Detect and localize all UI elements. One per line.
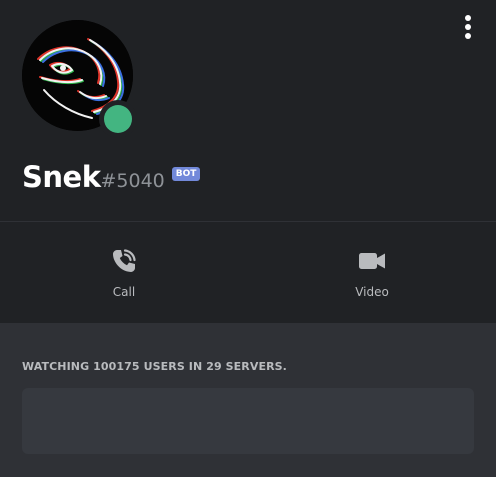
action-bar: Call Video (0, 223, 496, 323)
user-profile-panel: Snek #5040 BOT Call Video WATCHING 10017… (0, 0, 496, 477)
video-button[interactable]: Video (248, 223, 496, 323)
call-label: Call (112, 285, 136, 299)
profile-header: Snek #5040 BOT (0, 0, 496, 222)
video-camera-icon (357, 247, 387, 279)
video-label: Video (355, 285, 389, 299)
username: Snek (22, 160, 101, 194)
call-button[interactable]: Call (0, 223, 248, 323)
bot-badge: BOT (171, 167, 201, 181)
activity-section: WATCHING 100175 USERS IN 29 SERVERS. (0, 323, 496, 477)
phone-icon (110, 247, 138, 279)
more-vertical-icon (465, 15, 471, 21)
online-status-indicator (104, 105, 132, 133)
activity-status-text: WATCHING 100175 USERS IN 29 SERVERS. (22, 360, 287, 373)
name-row: Snek #5040 BOT (22, 160, 201, 196)
discriminator: #5040 (100, 170, 165, 192)
note-input[interactable] (22, 388, 474, 454)
more-options-button[interactable] (458, 14, 478, 40)
